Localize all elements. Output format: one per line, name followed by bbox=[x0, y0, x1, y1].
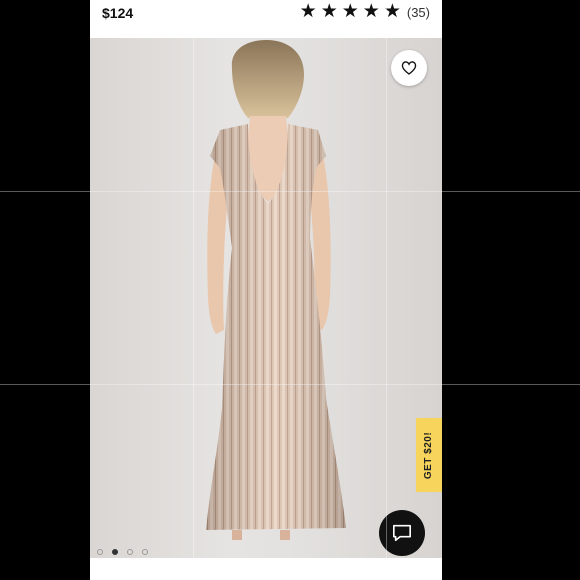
star-icon: ★ bbox=[299, 1, 317, 22]
pagination-dot[interactable] bbox=[97, 549, 103, 555]
product-header: $124 ★ ★ ★ ★ ★ (35) bbox=[90, 0, 442, 38]
chat-bubble-icon bbox=[393, 524, 411, 542]
product-image[interactable] bbox=[90, 38, 442, 558]
star-icon: ★ bbox=[320, 1, 338, 22]
product-page: $124 ★ ★ ★ ★ ★ (35) GET $20! bbox=[90, 0, 442, 580]
promo-tab[interactable]: GET $20! bbox=[416, 418, 442, 492]
gallery-pagination bbox=[97, 549, 157, 555]
promo-label: GET $20! bbox=[423, 431, 435, 479]
heart-icon bbox=[401, 61, 417, 75]
grid-line bbox=[386, 0, 387, 580]
favorite-button[interactable] bbox=[391, 50, 427, 86]
review-count: (35) bbox=[406, 4, 430, 20]
pagination-dot[interactable] bbox=[142, 549, 148, 555]
rating-summary[interactable]: ★ ★ ★ ★ ★ (35) bbox=[296, 1, 430, 23]
pagination-dot[interactable] bbox=[127, 549, 133, 555]
grid-line bbox=[0, 191, 580, 192]
star-icon: ★ bbox=[362, 1, 380, 22]
grid-line bbox=[0, 384, 580, 385]
pagination-dot-active[interactable] bbox=[112, 549, 118, 555]
grid-line bbox=[193, 0, 194, 580]
dress-illustration bbox=[206, 40, 346, 540]
product-price: $124 bbox=[102, 5, 134, 21]
star-icon: ★ bbox=[341, 1, 359, 22]
